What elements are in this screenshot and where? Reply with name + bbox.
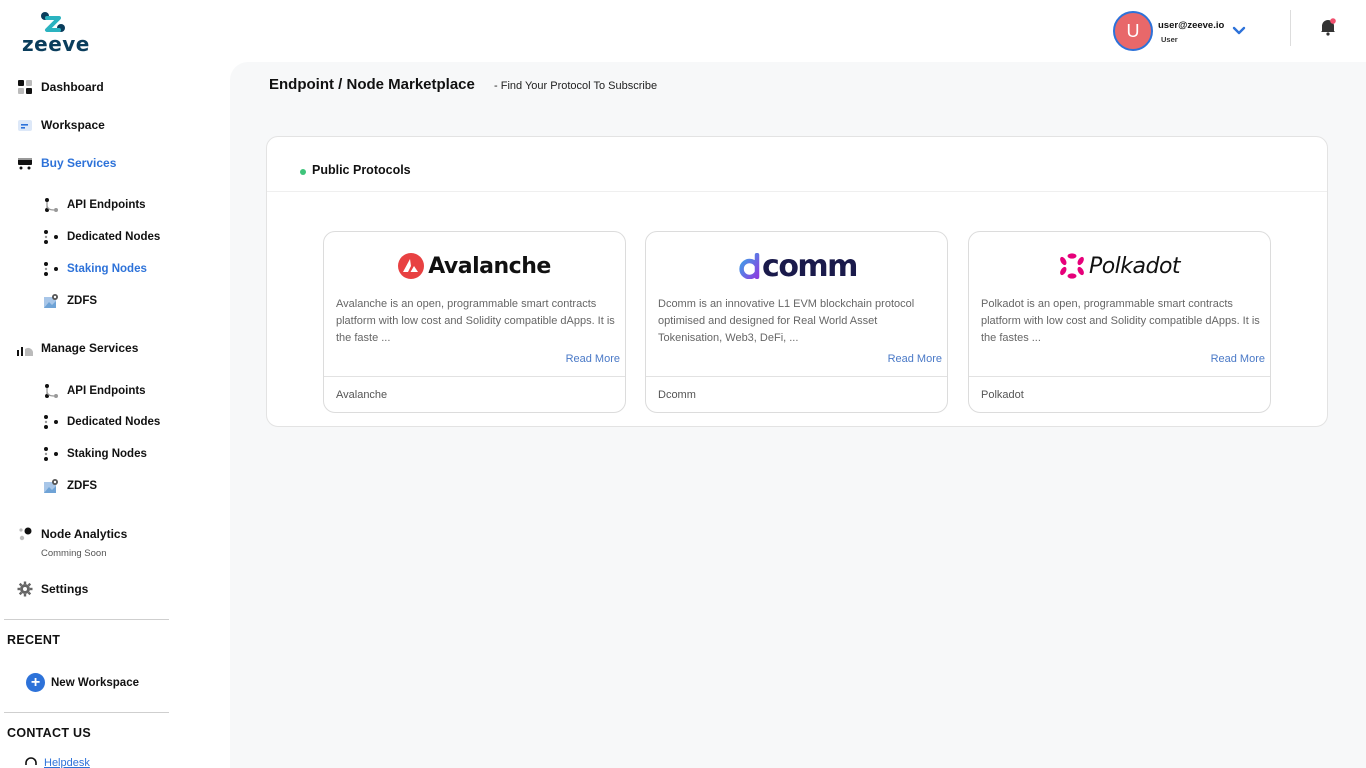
header-divider xyxy=(1290,10,1291,46)
panel-header: Public Protocols xyxy=(267,137,1327,192)
contact-heading: CONTACT US xyxy=(7,726,92,740)
sidebar-item-settings[interactable]: Settings xyxy=(16,578,88,600)
sidebar-divider xyxy=(4,712,169,713)
chevron-down-icon[interactable] xyxy=(1231,22,1247,38)
bell-icon[interactable] xyxy=(1318,17,1338,37)
polkadot-icon xyxy=(1060,253,1084,279)
sidebar-subitem-api-endpoints[interactable]: API Endpoints xyxy=(42,195,146,215)
polkadot-wordmark: Polkadot xyxy=(1088,253,1181,279)
plus-icon: + xyxy=(26,673,45,692)
helpdesk-label: Helpdesk xyxy=(44,757,90,768)
sidebar-item-label: Settings xyxy=(41,582,89,596)
sidebar-subitem-staking-nodes[interactable]: Staking Nodes xyxy=(42,444,147,464)
avalanche-wordmark: Avalanche xyxy=(428,253,551,279)
avalanche-logo: Avalanche xyxy=(324,248,625,284)
protocol-card-polkadot[interactable]: Polkadot Polkadot is an open, programmab… xyxy=(968,231,1271,413)
workspace-icon xyxy=(16,116,34,134)
manage-services-icon xyxy=(16,339,34,357)
sidebar-subitem-api-endpoints[interactable]: API Endpoints xyxy=(42,381,146,401)
user-email: user@zeeve.io xyxy=(1158,20,1225,31)
gear-icon xyxy=(16,580,34,598)
card-footer: Avalanche xyxy=(324,376,625,412)
read-more-link[interactable]: Read More xyxy=(1211,353,1265,365)
user-role: User xyxy=(1161,35,1178,44)
sidebar-subitem-label: API Endpoints xyxy=(67,199,146,211)
recent-heading: RECENT xyxy=(7,633,61,647)
card-description: Polkadot is an open, programmable smart … xyxy=(981,298,1260,344)
sidebar-subitem-label: Staking Nodes xyxy=(67,263,147,275)
sidebar-item-buy-services[interactable]: Buy Services xyxy=(16,152,116,174)
storage-gear-icon xyxy=(42,477,60,495)
card-footer-label: Avalanche xyxy=(336,389,388,401)
card-footer: Dcomm xyxy=(646,376,947,412)
sidebar-divider xyxy=(4,619,169,620)
cart-icon xyxy=(16,154,34,172)
nodes-icon xyxy=(42,228,60,246)
sidebar-item-label: Node Analytics xyxy=(41,527,128,541)
card-footer-label: Dcomm xyxy=(658,389,696,401)
analytics-icon xyxy=(16,525,34,543)
dcomm-icon xyxy=(739,253,760,279)
sidebar: zeeve Dashboard Workspace Buy Services A… xyxy=(0,0,230,768)
avalanche-icon xyxy=(398,253,425,279)
storage-gear-icon xyxy=(42,292,60,310)
dcomm-wordmark: comm xyxy=(762,248,858,284)
read-more-link[interactable]: Read More xyxy=(888,353,942,365)
sidebar-subitem-label: Dedicated Nodes xyxy=(67,416,161,428)
page-subtitle: - Find Your Protocol To Subscribe xyxy=(494,80,658,92)
sidebar-subitem-label: API Endpoints xyxy=(67,385,146,397)
card-description: Dcomm is an innovative L1 EVM blockchain… xyxy=(658,298,915,344)
sidebar-subitem-staking-nodes[interactable]: Staking Nodes xyxy=(42,259,147,279)
sidebar-subitem-label: Dedicated Nodes xyxy=(67,231,161,243)
sidebar-item-dashboard[interactable]: Dashboard xyxy=(16,76,104,98)
sidebar-subitem-dedicated-nodes[interactable]: Dedicated Nodes xyxy=(42,412,160,432)
card-description: Avalanche is an open, programmable smart… xyxy=(336,298,615,344)
sidebar-subitem-label: Staking Nodes xyxy=(67,448,147,460)
sidebar-item-node-analytics[interactable]: Node Analytics xyxy=(16,523,127,545)
app-root: zeeve Dashboard Workspace Buy Services A… xyxy=(0,0,1366,768)
page-title: Endpoint / Node Marketplace xyxy=(269,76,475,93)
sidebar-subitem-zdfs[interactable]: ZDFS xyxy=(42,291,97,311)
nodes-icon xyxy=(42,413,60,431)
api-endpoints-icon xyxy=(42,382,60,400)
read-more-link[interactable]: Read More xyxy=(566,353,620,365)
api-endpoints-icon xyxy=(42,196,60,214)
card-footer: Polkadot xyxy=(969,376,1270,412)
headset-icon xyxy=(25,757,37,765)
nodes-icon xyxy=(42,260,60,278)
brand-name: zeeve xyxy=(22,32,90,56)
sidebar-subitem-zdfs[interactable]: ZDFS xyxy=(42,476,97,496)
sidebar-item-label: Manage Services xyxy=(41,341,139,355)
panel-title: Public Protocols xyxy=(312,163,411,177)
status-dot xyxy=(300,169,306,175)
nodes-icon xyxy=(42,445,60,463)
dashboard-icon xyxy=(16,78,34,96)
protocol-card-dcomm[interactable]: comm Dcomm is an innovative L1 EVM block… xyxy=(645,231,948,413)
polkadot-logo: Polkadot xyxy=(969,248,1270,284)
dcomm-logo: comm xyxy=(646,248,947,284)
card-footer-label: Polkadot xyxy=(981,389,1024,401)
sidebar-item-label: Buy Services xyxy=(41,156,117,170)
new-workspace-label: New Workspace xyxy=(51,676,139,689)
sidebar-subitem-dedicated-nodes[interactable]: Dedicated Nodes xyxy=(42,227,160,247)
coming-soon-label: Comming Soon xyxy=(41,548,107,559)
sidebar-item-workspace[interactable]: Workspace xyxy=(16,114,105,136)
sidebar-subitem-label: ZDFS xyxy=(67,295,98,307)
sidebar-subitem-label: ZDFS xyxy=(67,480,98,492)
helpdesk-link[interactable]: Helpdesk xyxy=(24,756,90,768)
sidebar-item-label: Dashboard xyxy=(41,80,104,94)
avatar[interactable]: U xyxy=(1113,11,1153,51)
sidebar-item-label: Workspace xyxy=(41,118,105,132)
new-workspace-button[interactable]: + New Workspace xyxy=(26,673,139,692)
protocol-card-avalanche[interactable]: Avalanche Avalanche is an open, programm… xyxy=(323,231,626,413)
sidebar-item-manage-services[interactable]: Manage Services xyxy=(16,337,138,359)
